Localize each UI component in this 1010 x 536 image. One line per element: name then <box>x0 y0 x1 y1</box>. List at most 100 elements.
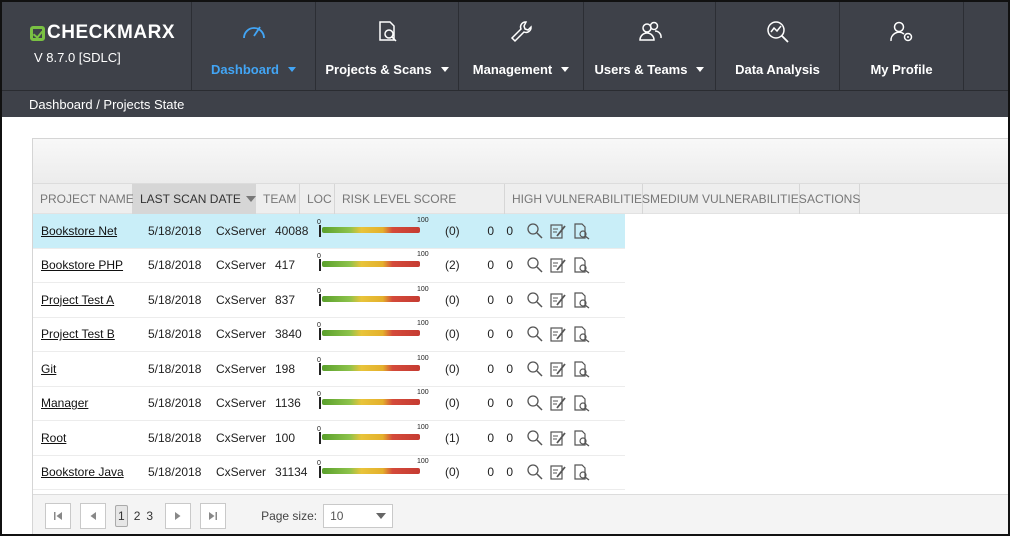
nav-my-profile[interactable]: My Profile <box>840 2 964 90</box>
scan-details-button[interactable] <box>571 325 590 343</box>
loc-count: 100 <box>275 430 296 445</box>
risk-gradient-bar <box>322 399 420 406</box>
column-header-actions[interactable]: ACTIONS <box>800 183 861 214</box>
table-row[interactable]: Git 5/18/2018 CxServer 198 0 100 (0) 0 0 <box>33 352 625 387</box>
table-row[interactable]: Project Test A 5/18/2018 CxServer 837 0 100 (0… <box>33 283 625 318</box>
project-name-link[interactable]: Project Test B <box>41 327 115 341</box>
scan-details-button[interactable] <box>571 256 590 274</box>
table-row[interactable]: Project Test B 5/18/2018 CxServer 3840 0 100(… <box>33 318 625 352</box>
edit-project-button[interactable] <box>548 429 567 447</box>
wrench-icon <box>507 16 535 48</box>
scan-details-button[interactable] <box>571 291 590 309</box>
loc-count: 417 <box>275 258 296 273</box>
edit-project-button[interactable] <box>548 360 567 378</box>
column-header-team[interactable]: TEAM <box>256 183 300 214</box>
last-page-button[interactable] <box>200 502 227 529</box>
edit-project-button[interactable] <box>548 222 567 240</box>
last-scan-date: 5/18/2018 <box>148 396 202 411</box>
project-name-cell: Project Test B <box>33 327 140 341</box>
column-header-label: HIGH VULNERABILITIES <box>512 191 651 206</box>
nav-label-text: Users & Teams <box>594 62 688 77</box>
first-page-button[interactable] <box>45 502 71 529</box>
project-name-link[interactable]: Root <box>41 431 66 445</box>
page-size-label: Page size: <box>261 508 318 523</box>
column-header-medium-vulnerabilities[interactable]: MEDIUM VULNERABILITIES <box>643 183 807 214</box>
grid-body: Bookstore Net 5/18/2018 CxServer 40088 0 100 (… <box>33 214 625 490</box>
risk-score-marker <box>319 224 321 237</box>
medium-vulnerabilities-count: 0 <box>506 327 513 342</box>
row-actions <box>513 463 603 481</box>
table-row[interactable]: Manager 5/18/2018 CxServer 1136 0 100 (0) 0 0 <box>33 387 625 421</box>
scan-details-icon <box>573 223 589 240</box>
scan-details-button[interactable] <box>571 394 590 412</box>
project-name-link[interactable]: Bookstore PHP <box>41 258 123 272</box>
nav-users-teams[interactable]: Users & Teams <box>584 2 716 90</box>
scan-details-icon <box>573 326 589 343</box>
table-row[interactable]: Root 5/18/2018 CxServer 100 0 100 (1) 0 0 <box>33 421 625 456</box>
table-row[interactable]: Bookstore Java 5/18/2018 CxServer 31134 0 100… <box>33 456 625 490</box>
column-header-high-vulnerabilities[interactable]: HIGH VULNERABILITIES <box>505 183 650 214</box>
project-name-cell: Root <box>33 431 140 445</box>
nav-label-users-teams: Users & Teams <box>595 62 705 77</box>
view-scan-button[interactable] <box>525 325 544 343</box>
edit-project-button[interactable] <box>548 256 567 274</box>
breadcrumb-text: Dashboard / Projects State <box>29 97 185 112</box>
column-header-last-scan-date[interactable]: LAST SCAN DATE <box>133 183 256 214</box>
team-name: CxServer <box>216 327 267 342</box>
nav-data-analysis[interactable]: Data Analysis <box>716 2 840 90</box>
view-scan-button[interactable] <box>525 463 544 481</box>
nav-management[interactable]: Management <box>459 2 584 90</box>
risk-score-marker <box>319 397 321 410</box>
team-name: CxServer <box>216 465 267 480</box>
edit-project-button[interactable] <box>548 394 567 412</box>
view-scan-button[interactable] <box>525 394 544 412</box>
risk-count: (2) <box>445 258 460 273</box>
nav-label-management: Management <box>473 62 570 77</box>
column-header-loc[interactable]: LOC <box>300 183 335 214</box>
edit-project-button[interactable] <box>548 291 567 309</box>
team-name: CxServer <box>216 361 267 376</box>
view-scan-button[interactable] <box>525 429 544 447</box>
loc-count: 40088 <box>275 223 309 238</box>
chevron-down-icon <box>696 67 705 72</box>
page-number-2[interactable]: 2 <box>134 509 141 523</box>
next-page-button[interactable] <box>165 502 192 529</box>
risk-gradient-bar <box>322 364 420 371</box>
previous-page-button[interactable] <box>80 502 106 529</box>
page-size-select[interactable]: 10 <box>323 503 394 528</box>
risk-count: (0) <box>445 361 460 376</box>
project-name-link[interactable]: Git <box>41 362 56 376</box>
edit-project-button[interactable] <box>548 463 567 481</box>
page-number-3[interactable]: 3 <box>146 509 153 523</box>
scan-details-button[interactable] <box>571 463 590 481</box>
scan-details-button[interactable] <box>571 429 590 447</box>
column-header-project-name[interactable]: PROJECT NAME <box>33 183 134 214</box>
row-actions <box>513 325 603 343</box>
view-scan-button[interactable] <box>525 360 544 378</box>
nav-projects-scans[interactable]: Projects & Scans <box>316 2 459 90</box>
nav-label-data-analysis: Data Analysis <box>735 62 820 77</box>
view-scan-button[interactable] <box>525 291 544 309</box>
project-name-link[interactable]: Bookstore Java <box>41 465 124 479</box>
checkmarx-logo[interactable]: CHECKMARX <box>30 22 191 44</box>
project-name-link[interactable]: Bookstore Net <box>41 224 117 238</box>
table-row[interactable]: Bookstore Net 5/18/2018 CxServer 40088 0 100(… <box>33 214 625 249</box>
page-size-value: 10 <box>330 508 344 523</box>
nav-dashboard[interactable]: Dashboard <box>192 2 316 90</box>
brand-area: CHECKMARX V 8.7.0 [SDLC] <box>2 2 192 90</box>
project-name-cell: Bookstore PHP <box>33 258 140 272</box>
team-name: CxServer <box>216 430 267 445</box>
table-row[interactable]: Bookstore PHP 5/18/2018 CxServer 417 0 100 (2)… <box>33 249 625 283</box>
scan-details-button[interactable] <box>571 222 590 240</box>
edit-project-button[interactable] <box>548 325 567 343</box>
project-name-link[interactable]: Manager <box>41 396 88 410</box>
view-scan-button[interactable] <box>525 222 544 240</box>
high-vulnerabilities-count: 0 <box>487 361 494 376</box>
project-name-link[interactable]: Project Test A <box>41 293 114 307</box>
chevron-down-icon <box>287 67 296 72</box>
column-header-label: ACTIONS <box>807 191 861 206</box>
column-header-risk-level-score[interactable]: RISK LEVEL SCORE <box>335 183 505 214</box>
page-number-1[interactable]: 1 <box>115 504 128 527</box>
scan-details-button[interactable] <box>571 360 590 378</box>
view-scan-button[interactable] <box>525 256 544 274</box>
